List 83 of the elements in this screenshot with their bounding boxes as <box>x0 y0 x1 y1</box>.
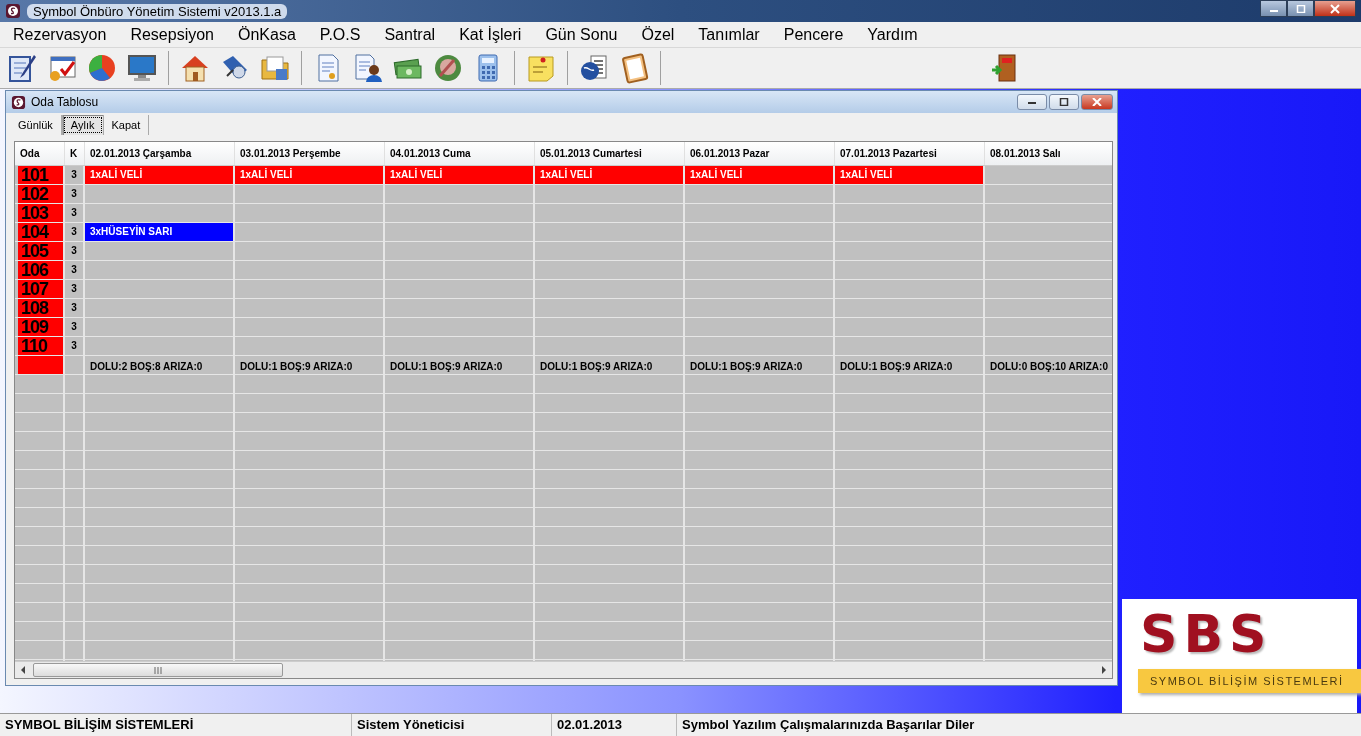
occupancy-summary: DOLU:1 BOŞ:9 ARIZA:0 <box>390 360 503 374</box>
room-number[interactable]: 106 <box>18 261 63 279</box>
column-header: 07.01.2013 Pazartesi <box>835 142 985 165</box>
room-number[interactable]: 103 <box>18 204 63 222</box>
menu-item[interactable]: Kat İşleri <box>459 25 522 44</box>
maximize-icon <box>1059 98 1069 106</box>
status-text: 02.01.2013 <box>552 714 677 736</box>
capacity-value: 3 <box>71 168 77 182</box>
maximize-button[interactable] <box>1287 0 1314 17</box>
room-number[interactable]: 104 <box>18 223 63 241</box>
booking-bar[interactable]: 1xALİ VELİ <box>385 166 533 184</box>
capacity-value: 3 <box>71 206 77 220</box>
tab[interactable]: Günlük <box>10 115 62 135</box>
booking-bar[interactable]: 1xALİ VELİ <box>535 166 683 184</box>
minimize-button[interactable] <box>1260 0 1287 17</box>
room-number[interactable]: 102 <box>18 185 63 203</box>
column-header: 06.01.2013 Pazar <box>685 142 835 165</box>
room-number[interactable]: 107 <box>18 280 63 298</box>
room-number[interactable]: 101 <box>18 166 63 184</box>
column-header: 05.01.2013 Cumartesi <box>535 142 685 165</box>
logo-tagline: SYMBOL BİLİŞİM SİSTEMLERİ <box>1138 669 1361 693</box>
capacity-value: 3 <box>71 339 77 353</box>
maximize-icon <box>1295 4 1306 13</box>
minimize-button[interactable] <box>1017 94 1047 110</box>
menu-item[interactable]: Yardım <box>867 25 918 44</box>
logo-mark: SBS <box>1140 607 1274 661</box>
menu-item[interactable]: Özel <box>641 25 675 44</box>
left-arrow-icon[interactable] <box>19 666 27 674</box>
menu-item[interactable]: P.O.S <box>319 25 361 44</box>
horizontal-scrollbar[interactable] <box>15 661 1112 678</box>
booking-bar[interactable]: 1xALİ VELİ <box>85 166 233 184</box>
menu-item[interactable]: ÖnKasa <box>238 25 296 44</box>
status-text: Sistem Yöneticisi <box>352 714 552 736</box>
scrollbar-thumb[interactable] <box>33 663 283 677</box>
capacity-value: 3 <box>71 244 77 258</box>
menu-item[interactable]: Santral <box>384 25 436 44</box>
maximize-button[interactable] <box>1049 94 1079 110</box>
menu-item[interactable]: Gün Sonu <box>545 25 618 44</box>
column-header: K <box>65 142 85 165</box>
occupancy-summary: DOLU:1 BOŞ:9 ARIZA:0 <box>690 360 803 374</box>
tab[interactable]: Kapat <box>103 115 150 135</box>
close-icon <box>1092 98 1102 106</box>
app-logo-icon <box>5 3 21 19</box>
column-header: 04.01.2013 Cuma <box>385 142 535 165</box>
room-number[interactable]: 109 <box>18 318 63 336</box>
capacity-value: 3 <box>71 320 77 334</box>
capacity-value: 3 <box>71 187 77 201</box>
occupancy-summary: DOLU:1 BOŞ:9 ARIZA:0 <box>240 360 353 374</box>
menu-item[interactable]: Pencere <box>783 25 844 44</box>
occupancy-summary: DOLU:2 BOŞ:8 ARIZA:0 <box>90 360 203 374</box>
booking-bar[interactable]: 1xALİ VELİ <box>235 166 383 184</box>
right-arrow-icon[interactable] <box>1100 666 1108 674</box>
close-button[interactable] <box>1081 94 1113 110</box>
menu-item[interactable]: Rezervasyon <box>13 25 107 44</box>
booking-bar[interactable]: 1xALİ VELİ <box>685 166 833 184</box>
room-number[interactable]: 108 <box>18 299 63 317</box>
capacity-value: 3 <box>71 301 77 315</box>
status-text: SYMBOL BİLİŞİM SİSTEMLERİ <box>0 714 352 736</box>
room-status-marker[interactable] <box>18 356 63 374</box>
window-title: Symbol Önbüro Yönetim Sistemi v2013.1.a <box>27 3 288 19</box>
close-icon <box>1329 3 1341 14</box>
booking-bar[interactable]: 3xHÜSEYİN SARI <box>85 223 233 241</box>
column-header: 03.01.2013 Perşembe <box>235 142 385 165</box>
capacity-value: 3 <box>71 263 77 277</box>
column-header: 08.01.2013 Salı <box>985 142 1112 165</box>
minimize-icon <box>1027 99 1037 105</box>
tab[interactable]: Aylık <box>61 115 104 135</box>
occupancy-summary: DOLU:1 BOŞ:9 ARIZA:0 <box>540 360 653 374</box>
room-number[interactable]: 110 <box>18 337 63 355</box>
close-button[interactable] <box>1314 0 1356 17</box>
booking-bar[interactable]: 1xALİ VELİ <box>835 166 983 184</box>
occupancy-summary: DOLU:0 BOŞ:10 ARIZA:0 <box>990 360 1108 374</box>
column-header: 02.01.2013 Çarşamba <box>85 142 235 165</box>
app-logo-icon <box>11 94 26 110</box>
capacity-value: 3 <box>71 225 77 239</box>
column-header: Oda <box>15 142 65 165</box>
menu-item[interactable]: Tanımlar <box>698 25 760 44</box>
menu-item[interactable]: Resepsiyon <box>130 25 214 44</box>
capacity-value: 3 <box>71 282 77 296</box>
status-text: Symbol Yazılım Çalışmalarınızda Başarılar Diler <box>681 716 976 734</box>
window-title: Oda Tablosu <box>31 95 99 109</box>
occupancy-summary: DOLU:1 BOŞ:9 ARIZA:0 <box>840 360 953 374</box>
room-number[interactable]: 105 <box>18 242 63 260</box>
